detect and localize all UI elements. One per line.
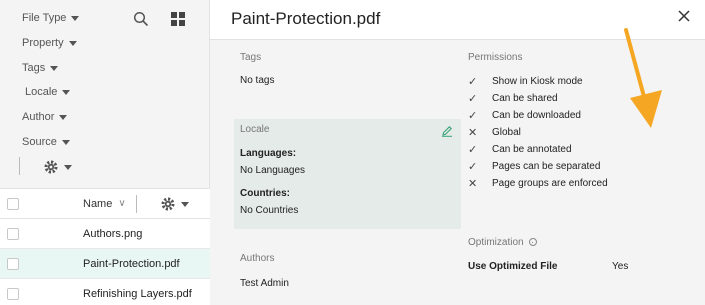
filter-tags-label: Tags <box>22 62 46 74</box>
cross-icon: ✕ <box>468 127 478 139</box>
page-title: Paint-Protection.pdf <box>231 9 381 28</box>
locale-label: Locale <box>240 124 270 135</box>
authors-label: Authors <box>240 253 275 264</box>
sort-chevron-icon: ∨ <box>118 198 126 209</box>
permission-label: Page groups are enforced <box>492 178 608 189</box>
languages-label: Languages: <box>240 148 297 159</box>
detail-panel: Paint-Protection.pdf Tags No tags Locale… <box>210 0 705 305</box>
row-checkbox[interactable] <box>7 257 19 270</box>
permission-item: ✕ Page groups are enforced <box>468 177 608 190</box>
languages-value: No Languages <box>240 165 306 176</box>
filter-source-label: Source <box>22 136 57 148</box>
select-all-checkbox[interactable] <box>7 197 19 210</box>
checkmark-icon: ✓ <box>468 161 478 173</box>
info-icon[interactable] <box>528 238 537 247</box>
divider <box>19 157 20 175</box>
checkmark-icon: ✓ <box>468 93 478 105</box>
file-name: Authors.png <box>83 227 143 240</box>
name-column-label: Name <box>83 197 113 210</box>
tags-label: Tags <box>240 52 262 63</box>
edit-icon[interactable] <box>440 124 454 138</box>
column-settings-button[interactable] <box>160 196 190 212</box>
gear-icon <box>44 160 58 174</box>
chevron-down-icon <box>181 201 189 207</box>
chevron-down-icon <box>50 65 59 71</box>
filter-file-type-label: File Type <box>22 12 67 24</box>
permission-item: ✓ Pages can be separated <box>468 160 600 173</box>
permission-label: Can be shared <box>492 93 558 104</box>
checkmark-icon: ✓ <box>468 110 478 122</box>
permission-item: ✓ Show in Kiosk mode <box>468 75 583 88</box>
search-icon[interactable] <box>132 10 150 28</box>
filter-author-label: Author <box>22 111 55 123</box>
countries-label: Countries: <box>240 188 290 199</box>
file-name: Refinishing Layers.pdf <box>83 288 192 300</box>
optimization-label-text: Optimization <box>468 237 524 248</box>
authors-value: Test Admin <box>240 278 289 289</box>
list-item[interactable]: Refinishing Layers.pdf <box>0 279 210 305</box>
permission-item: ✓ Can be annotated <box>468 143 572 156</box>
row-checkbox[interactable] <box>7 227 19 240</box>
chevron-down-icon <box>64 164 72 170</box>
sidebar-panel: File Type Property Tags Locale Author So… <box>0 0 210 305</box>
filter-property-label: Property <box>22 37 64 49</box>
optimization-label: Optimization <box>468 237 537 248</box>
filter-tags[interactable]: Tags <box>22 62 59 74</box>
use-optimized-file-label: Use Optimized File <box>468 261 558 272</box>
file-name: Paint-Protection.pdf <box>83 257 180 270</box>
permission-label: Global <box>492 127 521 138</box>
chevron-down-icon <box>71 15 80 21</box>
file-list: Name ∨ Authors.png Paint-Protection.pdf … <box>0 188 210 305</box>
filter-author[interactable]: Author <box>22 111 68 123</box>
list-header: Name ∨ <box>0 189 210 219</box>
chevron-down-icon <box>59 114 68 120</box>
use-optimized-file-value: Yes <box>612 261 629 272</box>
gear-icon <box>161 197 175 211</box>
filter-locale-label: Locale <box>25 86 58 98</box>
divider <box>136 195 137 213</box>
permission-item: ✓ Can be shared <box>468 92 558 105</box>
checkmark-icon: ✓ <box>468 76 478 88</box>
permission-item: ✕ Global <box>468 126 521 139</box>
grid-view-icon[interactable] <box>170 11 186 27</box>
filter-property[interactable]: Property <box>22 37 77 49</box>
list-item-selected[interactable]: Paint-Protection.pdf <box>0 249 210 279</box>
permission-label: Pages can be separated <box>492 161 601 172</box>
filter-source[interactable]: Source <box>22 136 70 148</box>
cross-icon: ✕ <box>468 178 478 190</box>
filter-locale[interactable]: Locale <box>25 86 71 98</box>
permission-label: Show in Kiosk mode <box>492 76 583 87</box>
tags-value: No tags <box>240 75 275 86</box>
chevron-down-icon <box>62 89 71 95</box>
checkmark-icon: ✓ <box>468 144 478 156</box>
filter-file-type[interactable]: File Type <box>22 12 80 24</box>
permission-label: Can be downloaded <box>492 110 581 121</box>
chevron-down-icon <box>68 40 77 46</box>
row-checkbox[interactable] <box>7 288 19 300</box>
list-item[interactable]: Authors.png <box>0 219 210 249</box>
name-column-header[interactable]: Name ∨ <box>83 198 126 210</box>
filter-settings-button[interactable] <box>43 158 73 176</box>
chevron-down-icon <box>61 139 70 145</box>
annotation-arrow-icon <box>624 28 662 128</box>
close-icon[interactable] <box>677 9 693 25</box>
permission-item: ✓ Can be downloaded <box>468 109 581 122</box>
permissions-label: Permissions <box>468 52 523 63</box>
countries-value: No Countries <box>240 205 299 216</box>
permission-label: Can be annotated <box>492 144 572 155</box>
